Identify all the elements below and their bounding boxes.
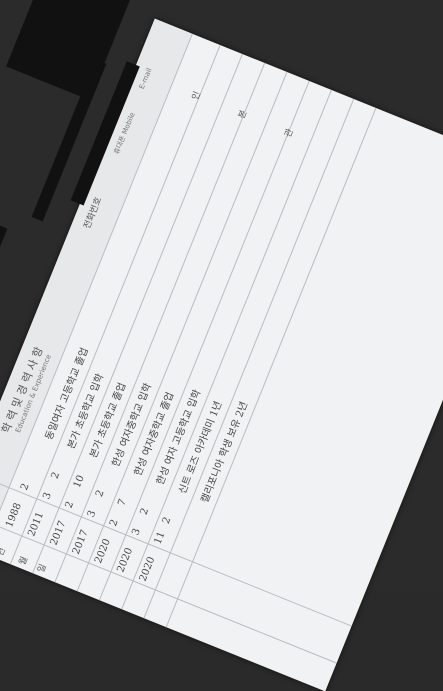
side-label: 본 <box>237 108 250 121</box>
side-label: 관 <box>283 127 296 140</box>
row-month: 2 <box>63 500 77 511</box>
row-month: 3 <box>41 491 54 502</box>
row-month: 3 <box>85 508 99 520</box>
row-month: 2 <box>108 517 121 529</box>
row-month: 3 <box>130 526 143 538</box>
row-day: 2 <box>49 470 63 481</box>
row-month: 11 <box>152 530 168 546</box>
row-day: 2 <box>160 515 174 526</box>
row-divider <box>121 89 332 610</box>
row-divider <box>143 98 355 619</box>
row-day: 2 <box>138 506 152 517</box>
row-day: 10 <box>71 473 87 490</box>
col-year-header: 년 <box>0 546 9 558</box>
col-month-header: 월 <box>17 555 31 567</box>
row-divider <box>165 107 377 628</box>
row-day: 7 <box>116 497 129 508</box>
row-month: 2 <box>19 482 32 493</box>
row-day: 2 <box>94 488 107 499</box>
row-date: 1988 <box>4 501 24 530</box>
